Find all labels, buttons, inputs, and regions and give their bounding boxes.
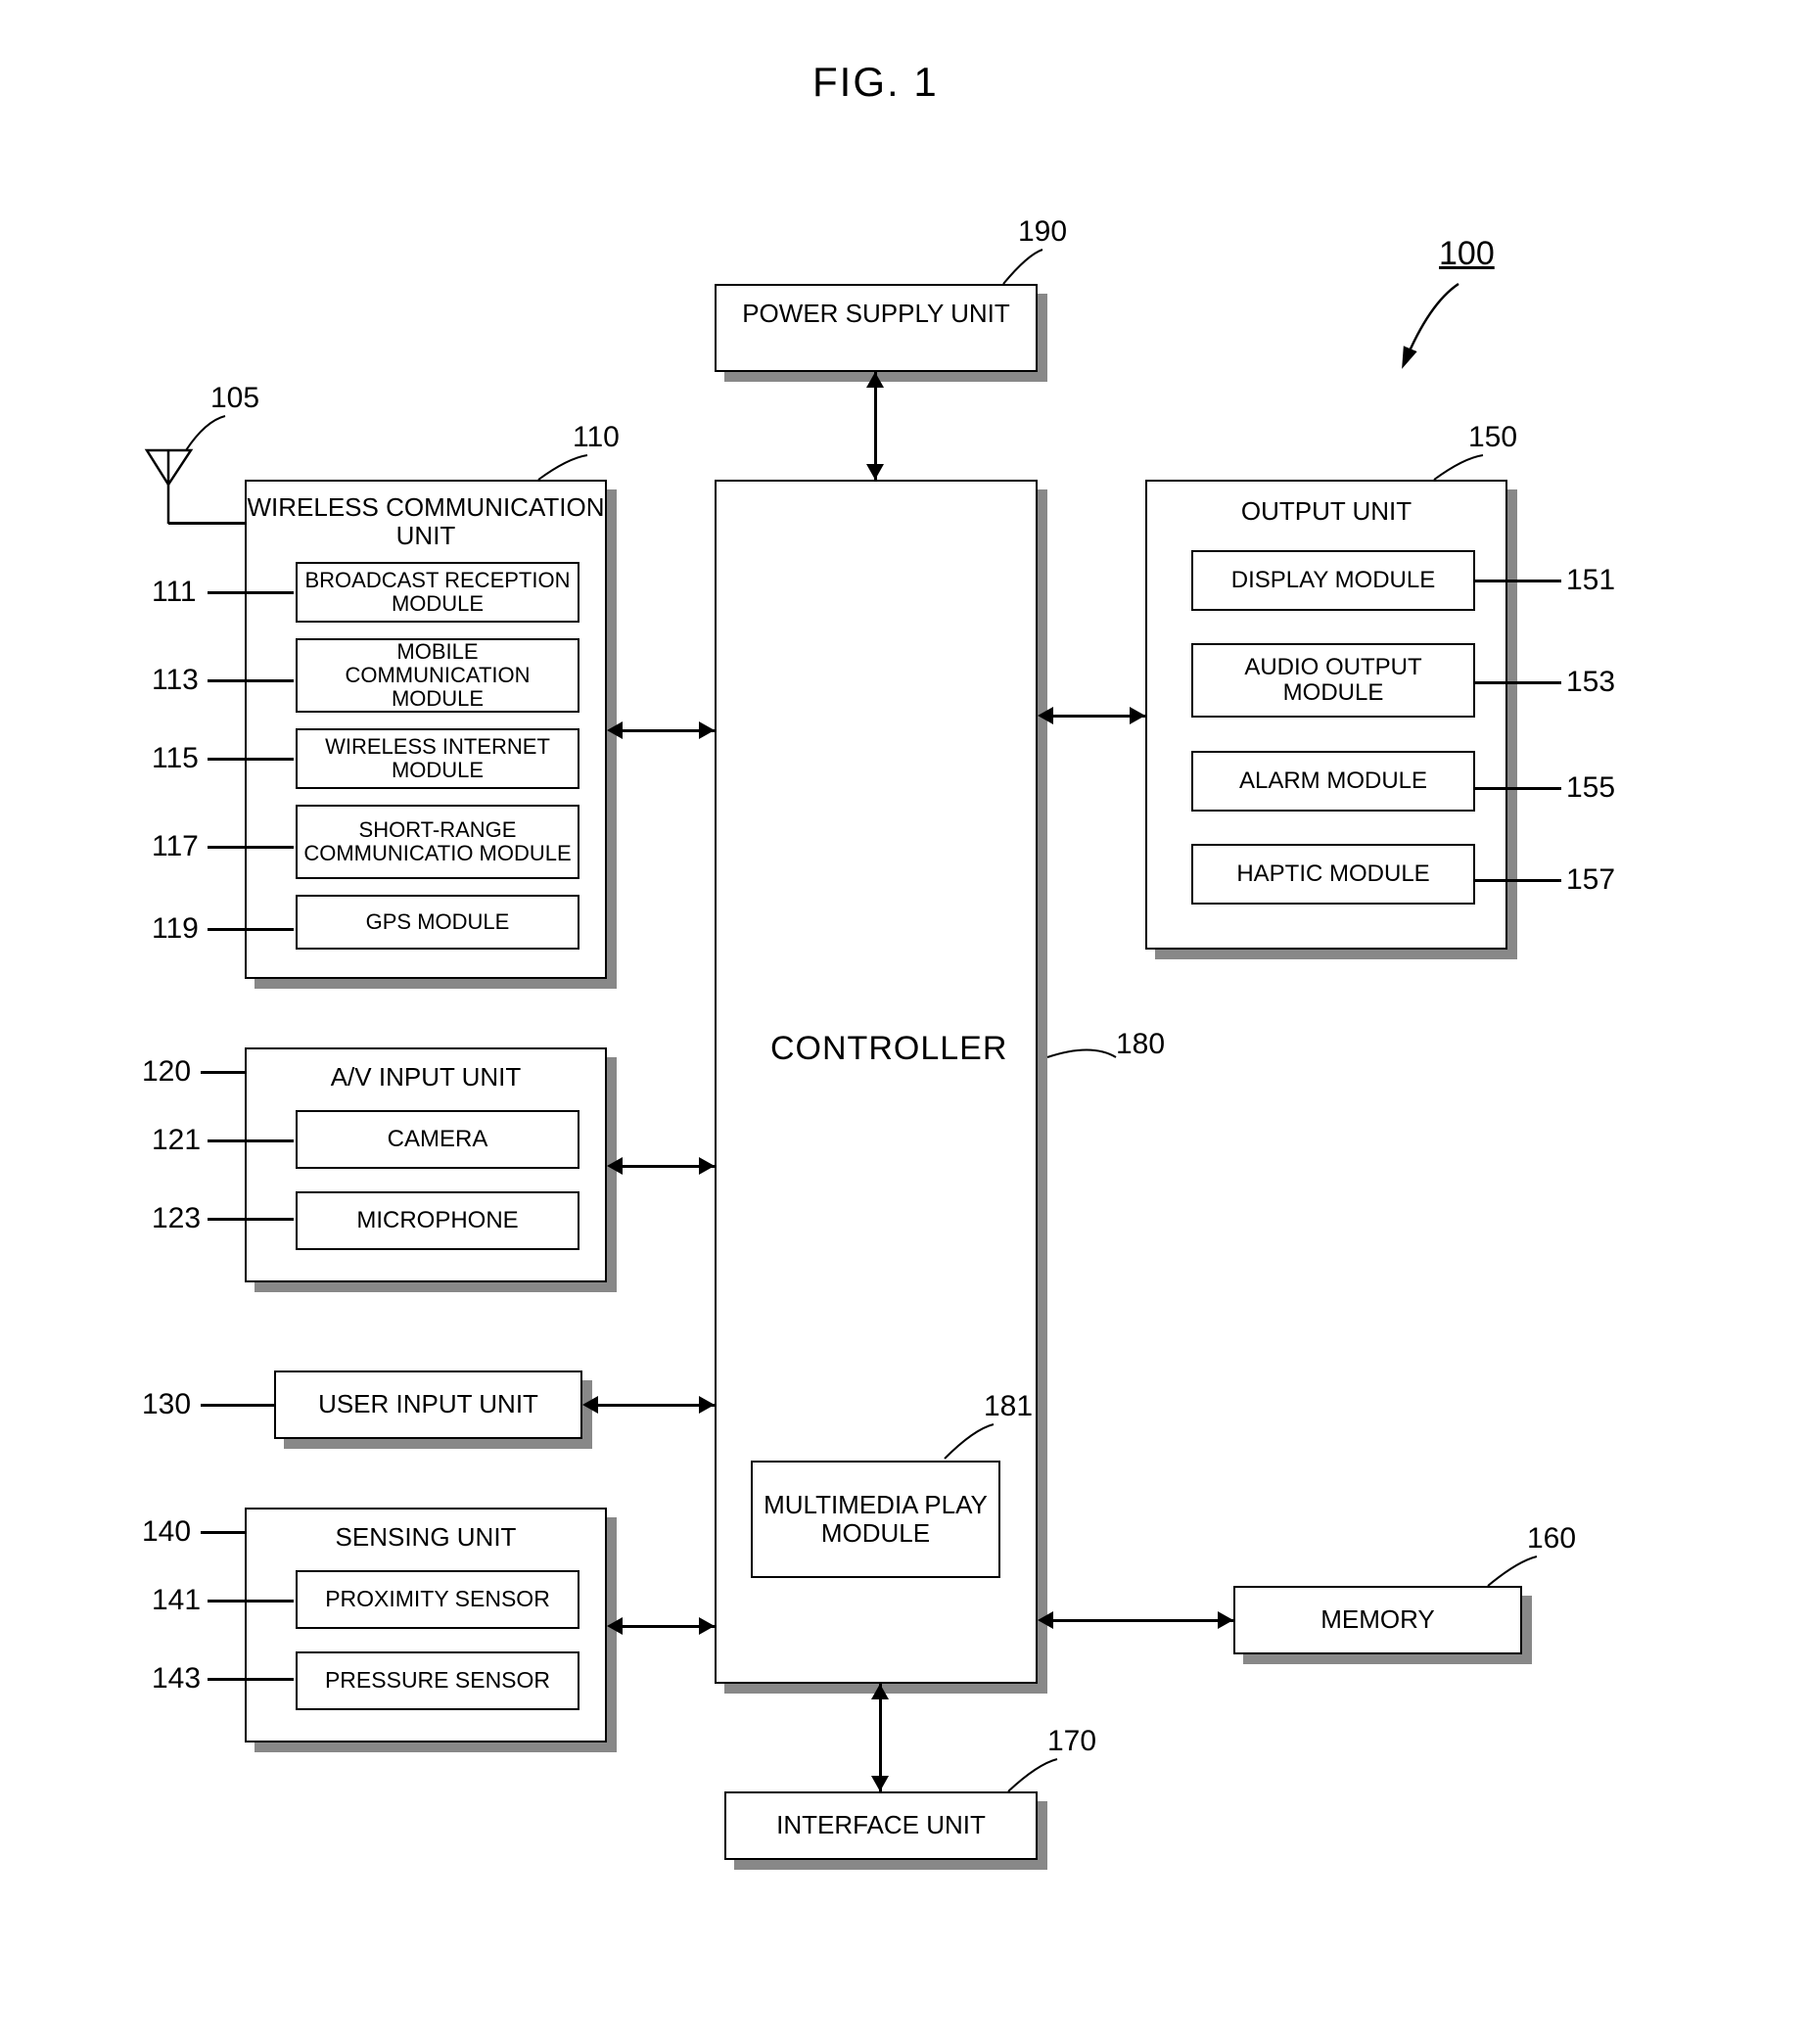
leader-line — [201, 1404, 274, 1407]
sensing-title: SENSING UNIT — [247, 1523, 605, 1552]
arrowhead — [871, 1776, 889, 1791]
memory-label: MEMORY — [1235, 1605, 1520, 1634]
leader-line — [208, 846, 294, 849]
ref-181: 181 — [984, 1390, 1033, 1423]
ref-130: 130 — [142, 1388, 191, 1421]
camera: CAMERA — [296, 1110, 579, 1169]
leader-line — [208, 1218, 294, 1221]
power-supply-label: POWER SUPPLY UNIT — [717, 300, 1036, 328]
ref-110: 110 — [573, 421, 620, 454]
leader-line — [201, 1071, 245, 1074]
user-input-label: USER INPUT UNIT — [276, 1390, 580, 1418]
antenna-icon — [137, 441, 206, 529]
ref-153: 153 — [1566, 666, 1615, 699]
ref-113: 113 — [152, 664, 199, 697]
leader-line — [208, 758, 294, 761]
antenna-wire — [168, 522, 245, 525]
broadcast-reception-module: BROADCAST RECEPTION MODULE — [296, 562, 579, 623]
arrowhead — [866, 464, 884, 480]
arrowhead — [1218, 1611, 1233, 1629]
ref-123: 123 — [152, 1202, 201, 1235]
ref-105: 105 — [210, 382, 259, 415]
gps-module: GPS MODULE — [296, 895, 579, 950]
leader-line — [208, 1600, 294, 1603]
arrow-100 — [1390, 274, 1507, 392]
sensing-unit: SENSING UNIT PROXIMITY SENSOR PRESSURE S… — [245, 1508, 607, 1742]
ref-143: 143 — [152, 1662, 201, 1696]
av-input-unit: A/V INPUT UNIT CAMERA MICROPHONE — [245, 1047, 607, 1282]
conn-memory-controller — [1047, 1619, 1233, 1622]
ref-141: 141 — [152, 1584, 201, 1617]
ref-117: 117 — [152, 830, 199, 863]
multimedia-play-module: MULTIMEDIA PLAY MODULE — [751, 1461, 1000, 1578]
haptic-module: HAPTIC MODULE — [1191, 844, 1475, 905]
diagram-stage: FIG. 1 100 POWER SUPPLY UNIT 190 CONTROL… — [0, 0, 1806, 2044]
ref-140: 140 — [142, 1515, 191, 1549]
ref-150: 150 — [1468, 421, 1517, 454]
arrowhead — [1130, 707, 1145, 724]
ref-111: 111 — [152, 576, 197, 609]
leader-line — [1473, 681, 1561, 684]
ref-115: 115 — [152, 742, 199, 775]
output-title: OUTPUT UNIT — [1147, 497, 1505, 526]
leader-line — [1473, 879, 1561, 882]
leader-line — [208, 1139, 294, 1142]
ref-160: 160 — [1527, 1522, 1576, 1556]
interface-label: INTERFACE UNIT — [726, 1811, 1036, 1839]
wireless-unit: WIRELESS COMMUNICATION UNIT BROADCAST RE… — [245, 480, 607, 979]
ref-157: 157 — [1566, 863, 1615, 897]
ref-170: 170 — [1047, 1725, 1096, 1758]
wireless-title: WIRELESS COMMUNICATION UNIT — [247, 493, 605, 549]
controller-label: CONTROLLER — [770, 1030, 1007, 1068]
arrowhead — [699, 1157, 715, 1175]
memory: MEMORY — [1233, 1586, 1522, 1654]
ref-155: 155 — [1566, 771, 1615, 805]
arrowhead — [871, 1684, 889, 1699]
arrowhead — [699, 1617, 715, 1635]
pressure-sensor: PRESSURE SENSOR — [296, 1651, 579, 1710]
leader-line — [1473, 580, 1561, 582]
microphone: MICROPHONE — [296, 1191, 579, 1250]
output-unit: OUTPUT UNIT DISPLAY MODULE AUDIO OUTPUT … — [1145, 480, 1507, 950]
arrowhead — [1038, 1611, 1053, 1629]
proximity-sensor: PROXIMITY SENSOR — [296, 1570, 579, 1629]
arrowhead — [582, 1396, 598, 1414]
mobile-communication-module: MOBILE COMMUNICATION MODULE — [296, 638, 579, 713]
user-input-unit: USER INPUT UNIT — [274, 1370, 582, 1439]
figure-title: FIG. 1 — [812, 59, 939, 106]
av-title: A/V INPUT UNIT — [247, 1063, 605, 1092]
leader-line — [208, 591, 294, 594]
conn-userinput-controller — [592, 1404, 715, 1407]
controller: CONTROLLER MULTIMEDIA PLAY MODULE — [715, 480, 1038, 1684]
alarm-module: ALARM MODULE — [1191, 751, 1475, 812]
leader-line — [201, 1531, 245, 1534]
arrowhead — [607, 721, 623, 739]
arrowhead — [607, 1617, 623, 1635]
short-range-module: SHORT-RANGE COMMUNICATIO MODULE — [296, 805, 579, 879]
leader-line — [208, 928, 294, 931]
display-module: DISPLAY MODULE — [1191, 550, 1475, 611]
leader-line — [208, 679, 294, 682]
ref-190: 190 — [1018, 215, 1067, 249]
ref-system: 100 — [1439, 235, 1495, 273]
wireless-internet-module: WIRELESS INTERNET MODULE — [296, 728, 579, 789]
ref-180: 180 — [1116, 1028, 1165, 1061]
audio-output-module: AUDIO OUTPUT MODULE — [1191, 643, 1475, 718]
ref-120: 120 — [142, 1055, 191, 1089]
arrowhead — [699, 1396, 715, 1414]
ref-151: 151 — [1566, 564, 1615, 597]
leader-line — [208, 1678, 294, 1681]
interface-unit: INTERFACE UNIT — [724, 1791, 1038, 1860]
ref-121: 121 — [152, 1124, 201, 1157]
arrowhead — [699, 721, 715, 739]
arrowhead — [866, 372, 884, 388]
power-supply-unit: POWER SUPPLY UNIT — [715, 284, 1038, 372]
ref-119: 119 — [152, 912, 199, 946]
arrowhead — [1038, 707, 1053, 724]
arrowhead — [607, 1157, 623, 1175]
leader-line — [1473, 787, 1561, 790]
